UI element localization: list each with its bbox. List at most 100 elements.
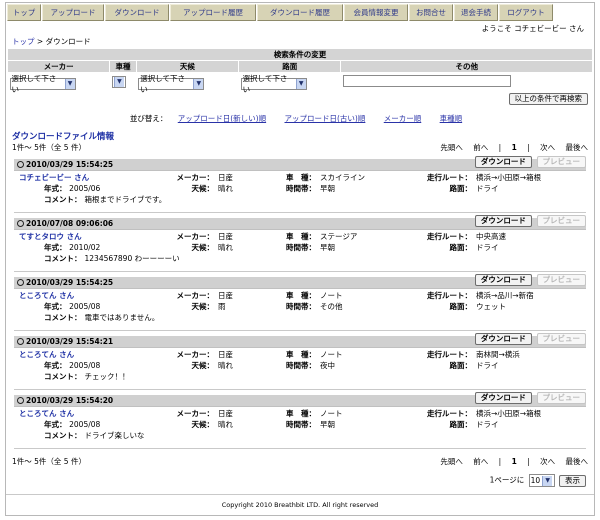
time-value: 早朝 <box>320 184 335 193</box>
record-body: ところてん さん メーカー： 日産 車 種： ノート 走行ルート： 横浜→小田原… <box>14 407 586 441</box>
time-label: 時間帯： <box>286 361 316 370</box>
preview-button[interactable]: プレビュー <box>536 392 586 404</box>
preview-button[interactable]: プレビュー <box>536 156 586 168</box>
record-user-link[interactable]: コチェビービー さん <box>14 172 144 183</box>
sort-oldest-link[interactable]: アップロード日(古い)順 <box>285 114 366 123</box>
download-button[interactable]: ダウンロード <box>474 274 532 286</box>
weather-value: 晴れ <box>218 243 233 252</box>
download-record: 2010/03/29 15:54:20 ダウンロード プレビュー ところてん さ… <box>14 392 586 448</box>
year-field: 年式： 2005/08 <box>14 419 144 430</box>
sort-label: 並び替え： <box>129 114 168 123</box>
road-value: ウェット <box>476 302 506 311</box>
download-button[interactable]: ダウンロード <box>474 156 532 168</box>
time-label: 時間帯： <box>286 184 316 193</box>
comment-value: ドライブ楽しいな <box>84 431 145 440</box>
year-field: 年式： 2005/08 <box>14 301 144 312</box>
preview-button[interactable]: プレビュー <box>536 333 586 345</box>
search-conditions-table: 検索条件の変更 メーカー 車種 天候 路面 その他 選択して下さい ▼ ▼ 選択… <box>6 48 593 94</box>
nav-item-4[interactable]: ダウンロード履歴 <box>257 4 343 21</box>
dropdown-arrow-icon: ▼ <box>64 79 75 89</box>
maker-label: メーカー： <box>176 173 215 182</box>
car-label: 車 種： <box>286 409 316 418</box>
year-value: 2010/02 <box>69 243 101 252</box>
route-label: 走行ルート： <box>427 291 472 300</box>
pager-first-link[interactable]: 先頭へ <box>440 143 463 152</box>
download-button[interactable]: ダウンロード <box>474 392 532 404</box>
download-record: 2010/03/29 15:54:25 ダウンロード プレビュー ところてん さ… <box>14 274 586 330</box>
car-label: 車 種： <box>286 291 316 300</box>
maker-label: メーカー： <box>176 232 215 241</box>
year-label: 年式： <box>44 302 67 311</box>
maker-value: 日産 <box>218 232 233 241</box>
road-select-value: 選択して下さい <box>242 74 288 94</box>
year-field: 年式： 2010/02 <box>14 242 144 253</box>
pager-last-link[interactable]: 最後へ <box>566 143 589 152</box>
preview-button[interactable]: プレビュー <box>536 274 586 286</box>
breadcrumb-separator: > <box>36 37 44 46</box>
preview-button[interactable]: プレビュー <box>536 215 586 227</box>
car-value: スカイライン <box>320 173 365 182</box>
nav-item-3[interactable]: アップロード履歴 <box>170 4 256 21</box>
pager-prev-link[interactable]: 前へ <box>473 457 488 466</box>
road-value: ドライ <box>476 243 499 252</box>
record-user-link[interactable]: ところてん さん <box>14 290 144 301</box>
car-select[interactable]: ▼ <box>111 76 126 88</box>
maker-select[interactable]: 選択して下さい ▼ <box>9 74 76 94</box>
research-button[interactable]: 以上の条件で再検索 <box>508 93 588 105</box>
maker-label: メーカー： <box>176 350 215 359</box>
car-label: 車 種： <box>286 350 316 359</box>
nav-item-6[interactable]: お問合せ <box>409 4 453 21</box>
per-page-show-button[interactable]: 表示 <box>559 474 586 487</box>
comment-value: チェック！！ <box>84 372 130 381</box>
pager-last-link[interactable]: 最後へ <box>566 457 589 466</box>
nav-item-1[interactable]: アップロード <box>42 4 104 21</box>
search-submit-row: 以上の条件で再検索 <box>6 91 594 107</box>
road-label: 路面： <box>449 243 473 252</box>
download-button[interactable]: ダウンロード <box>474 215 532 227</box>
sort-maker-link[interactable]: メーカー順 <box>384 114 422 123</box>
weather-select[interactable]: 選択して下さい ▼ <box>138 74 205 94</box>
sort-newest-link[interactable]: アップロード日(新しい)順 <box>178 114 266 123</box>
car-value: ノート <box>320 291 343 300</box>
bottom-pager: 1件～ 5件（全 5 件） 先頭へ 前へ | 1 | 次へ 最後へ <box>12 457 589 466</box>
breadcrumb-home-link[interactable]: トップ <box>12 37 35 46</box>
record-user-link[interactable]: ところてん さん <box>14 349 144 360</box>
comment-label: コメント： <box>44 372 82 381</box>
result-count: 1件～ 5件（全 5 件） <box>12 457 86 466</box>
weather-label: 天候： <box>191 420 215 429</box>
pager-first-link[interactable]: 先頭へ <box>440 457 463 466</box>
download-record: 2010/03/29 15:54:21 ダウンロード プレビュー ところてん さ… <box>14 333 586 389</box>
welcome-text: ようこそ コチェビービー さん <box>481 24 584 33</box>
route-value: 中央高速 <box>476 232 506 241</box>
record-header: 2010/03/29 15:54:20 ダウンロード プレビュー <box>14 392 586 407</box>
sort-car-link[interactable]: 車種順 <box>440 114 463 123</box>
road-value: ドライ <box>476 361 499 370</box>
year-label: 年式： <box>44 420 67 429</box>
comment-label: コメント： <box>44 313 82 322</box>
weather-label: 天候： <box>191 184 215 193</box>
other-text-input[interactable] <box>342 75 511 87</box>
road-select[interactable]: 選択して下さい ▼ <box>240 74 307 94</box>
record-divider <box>14 330 586 331</box>
pager-next-link[interactable]: 次へ <box>540 143 555 152</box>
download-button[interactable]: ダウンロード <box>474 333 532 345</box>
route-value: 南林間→横浜 <box>476 350 520 359</box>
nav-item-7[interactable]: 退会手続 <box>454 4 498 21</box>
nav-item-8[interactable]: ログアウト <box>499 4 553 21</box>
clock-icon <box>17 338 24 345</box>
comment-field: コメント： 1234567890 わーーーーい <box>14 253 586 264</box>
record-user-link[interactable]: ところてん さん <box>14 408 144 419</box>
nav-item-5[interactable]: 会員情報変更 <box>344 4 408 21</box>
pager-prev-link[interactable]: 前へ <box>473 143 488 152</box>
record-header: 2010/03/29 15:54:25 ダウンロード プレビュー <box>14 274 586 289</box>
record-user-link[interactable]: てすとタロウ さん <box>14 231 144 242</box>
nav-item-2[interactable]: ダウンロード <box>105 4 169 21</box>
per-page-select[interactable]: 10 ▼ <box>528 474 555 487</box>
pager-next-link[interactable]: 次へ <box>540 457 555 466</box>
col-maker-header: メーカー <box>6 60 111 73</box>
nav-item-0[interactable]: トップ <box>7 4 41 21</box>
record-divider <box>14 389 586 390</box>
download-record: 2010/03/29 15:54:25 ダウンロード プレビュー コチェビービー… <box>14 156 586 212</box>
page-frame: トップ アップロード ダウンロード アップロード履歴 ダウンロード履歴 会員情報変更 お問合… <box>5 2 595 516</box>
year-value: 2005/08 <box>69 361 101 370</box>
